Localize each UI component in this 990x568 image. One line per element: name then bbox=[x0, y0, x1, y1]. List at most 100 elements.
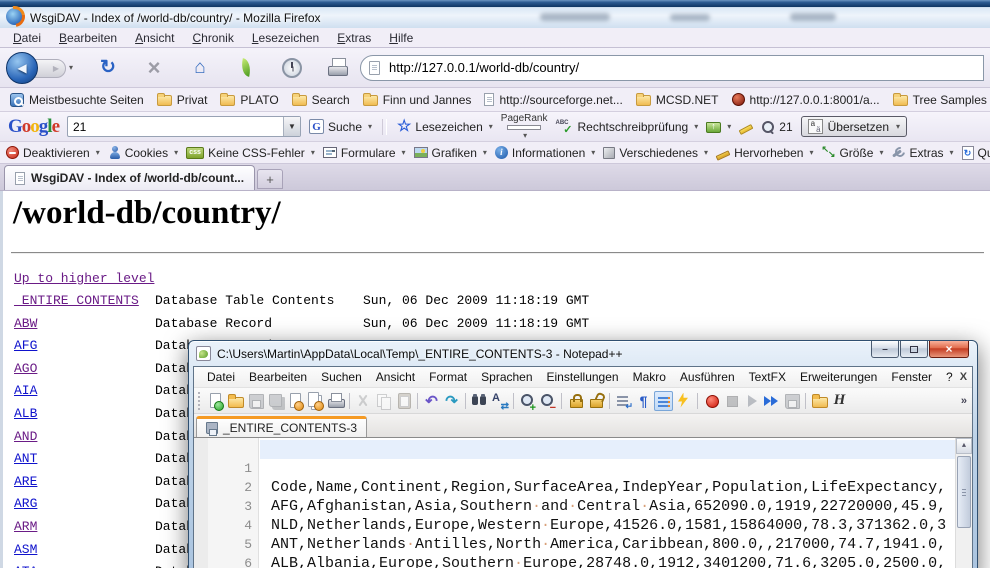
clock-icon[interactable] bbox=[280, 56, 304, 80]
menu-item[interactable]: Ansicht bbox=[126, 29, 183, 47]
menu-item[interactable]: Ansicht bbox=[369, 370, 422, 384]
entry-link[interactable]: ARM bbox=[14, 516, 37, 539]
print-icon[interactable] bbox=[326, 56, 350, 80]
closefile-icon[interactable] bbox=[286, 391, 305, 411]
toolbar-overflow-button[interactable]: » bbox=[961, 395, 967, 407]
menu-item[interactable]: Datei bbox=[4, 29, 50, 47]
replace-icon[interactable] bbox=[490, 391, 509, 411]
entry-link[interactable]: _ENTIRE_CONTENTS bbox=[14, 290, 139, 313]
entry-link[interactable]: ANT bbox=[14, 448, 37, 471]
menu-item[interactable]: Suchen bbox=[314, 370, 369, 384]
devbar-item[interactable]: Verschiedenes bbox=[603, 146, 708, 160]
menu-item[interactable]: TextFX bbox=[742, 370, 793, 384]
entry-link[interactable]: ARE bbox=[14, 471, 37, 494]
entry-link[interactable]: AGO bbox=[14, 358, 37, 381]
menu-item[interactable]: Makro bbox=[626, 370, 673, 384]
entry-link[interactable]: ASM bbox=[14, 539, 37, 562]
new-tab-button[interactable]: + bbox=[257, 169, 283, 189]
cut-icon[interactable] bbox=[354, 391, 373, 411]
scroll-up-button[interactable]: ▲ bbox=[956, 438, 972, 454]
spellcheck-button[interactable]: Rechtschreibprüfung bbox=[556, 119, 699, 134]
play-icon[interactable] bbox=[742, 391, 761, 411]
devbar-item[interactable]: Extras bbox=[891, 146, 953, 160]
new-icon[interactable] bbox=[206, 391, 225, 411]
close-document-button[interactable]: X bbox=[960, 371, 969, 383]
wrap-icon[interactable] bbox=[614, 391, 633, 411]
document-tab[interactable]: _ENTIRE_CONTENTS-3 bbox=[196, 416, 367, 437]
highlighter-button[interactable] bbox=[739, 121, 753, 132]
devbar-item[interactable]: Hervorheben bbox=[716, 146, 813, 160]
menu-item[interactable]: Bearbeiten bbox=[242, 370, 314, 384]
autofill-button[interactable] bbox=[706, 120, 731, 133]
entry-link[interactable]: AFG bbox=[14, 335, 37, 358]
stopmacro-icon[interactable] bbox=[722, 391, 741, 411]
menu-item[interactable]: Chronik bbox=[183, 29, 242, 47]
menu-item[interactable]: Hilfe bbox=[380, 29, 422, 47]
para-icon[interactable] bbox=[634, 391, 653, 411]
up-to-higher-level-link[interactable]: Up to higher level bbox=[14, 271, 154, 286]
bookmark-item[interactable]: Search bbox=[288, 93, 354, 107]
history-dropdown-icon[interactable]: ▾ bbox=[69, 63, 73, 72]
notepad-titlebar[interactable]: C:\Users\Martin\AppData\Local\Temp\_ENTI… bbox=[193, 341, 973, 366]
pagerank-widget[interactable]: PageRank bbox=[501, 114, 548, 140]
google-bookmarks-button[interactable]: Lesezeichen bbox=[397, 120, 493, 134]
text-editor[interactable]: 1 Code,Name,Continent,Region,SurfaceArea… bbox=[194, 437, 972, 568]
copy-icon[interactable] bbox=[374, 391, 393, 411]
closeall-icon[interactable] bbox=[306, 391, 325, 411]
menu-item[interactable]: Lesezeichen bbox=[243, 29, 328, 47]
print-icon[interactable] bbox=[326, 391, 345, 411]
hletter-icon[interactable] bbox=[830, 391, 849, 411]
menu-item[interactable]: Fenster bbox=[884, 370, 939, 384]
devbar-item[interactable]: Cookies bbox=[108, 146, 178, 160]
devbar-item[interactable]: Quellte bbox=[962, 146, 990, 160]
redo-icon[interactable] bbox=[442, 391, 461, 411]
menu-item[interactable]: Erweiterungen bbox=[793, 370, 884, 384]
translate-button[interactable]: Übersetzen bbox=[801, 116, 907, 137]
menu-item[interactable]: Sprachen bbox=[474, 370, 539, 384]
entry-link[interactable]: AND bbox=[14, 426, 37, 449]
google-search-input[interactable] bbox=[68, 119, 283, 135]
editor-scrollbar[interactable]: ▲ bbox=[955, 438, 972, 568]
bookmark-item[interactable]: Finn und Jannes bbox=[359, 93, 476, 107]
open-icon[interactable] bbox=[226, 391, 245, 411]
find-icon[interactable] bbox=[470, 391, 489, 411]
lock-icon[interactable] bbox=[566, 391, 585, 411]
menu-item[interactable]: Format bbox=[422, 370, 474, 384]
active-tab[interactable]: WsgiDAV - Index of /world-db/count... bbox=[4, 165, 255, 190]
devbar-item[interactable]: Grafiken bbox=[414, 146, 487, 160]
menu-item[interactable]: ? bbox=[939, 370, 960, 384]
minimize-button[interactable]: – bbox=[871, 341, 899, 358]
playmulti-icon[interactable] bbox=[762, 391, 781, 411]
paste-icon[interactable] bbox=[394, 391, 413, 411]
bookmark-item[interactable]: http://127.0.0.1:8001/a... bbox=[728, 93, 884, 107]
unlock-icon[interactable] bbox=[586, 391, 605, 411]
search-dropdown-icon[interactable]: ▼ bbox=[283, 117, 300, 136]
devbar-item[interactable]: Keine CSS-Fehler bbox=[186, 146, 315, 160]
undo-icon[interactable] bbox=[422, 391, 441, 411]
maximize-button[interactable] bbox=[900, 341, 928, 358]
stop-icon[interactable] bbox=[142, 56, 166, 80]
menu-item[interactable]: Extras bbox=[328, 29, 380, 47]
savemacro-icon[interactable] bbox=[782, 391, 801, 411]
leaf-icon[interactable] bbox=[234, 56, 258, 80]
menu-item[interactable]: Datei bbox=[200, 370, 242, 384]
entry-link[interactable]: ATA bbox=[14, 561, 37, 568]
menu-item[interactable]: Ausführen bbox=[673, 370, 742, 384]
bookmark-item[interactable]: Privat bbox=[153, 93, 212, 107]
entry-link[interactable]: ARG bbox=[14, 493, 37, 516]
showall-icon[interactable] bbox=[654, 391, 673, 411]
save-icon[interactable] bbox=[246, 391, 265, 411]
menu-item[interactable]: Bearbeiten bbox=[50, 29, 126, 47]
reload-icon[interactable] bbox=[96, 56, 120, 80]
devbar-item[interactable]: Informationen bbox=[495, 146, 595, 160]
bookmark-item[interactable]: http://sourceforge.net... bbox=[480, 93, 626, 107]
bookmark-item[interactable]: Meistbesuchte Seiten bbox=[6, 93, 148, 107]
indent-icon[interactable] bbox=[674, 391, 693, 411]
devbar-item[interactable]: Deaktivieren bbox=[6, 146, 100, 160]
bookmark-item[interactable]: MCSD.NET bbox=[632, 93, 723, 107]
devbar-item[interactable]: Größe bbox=[821, 146, 883, 160]
url-input[interactable] bbox=[387, 59, 983, 76]
entry-link[interactable]: ALB bbox=[14, 403, 37, 426]
devbar-item[interactable]: Formulare bbox=[323, 146, 406, 160]
menu-item[interactable]: Einstellungen bbox=[540, 370, 626, 384]
